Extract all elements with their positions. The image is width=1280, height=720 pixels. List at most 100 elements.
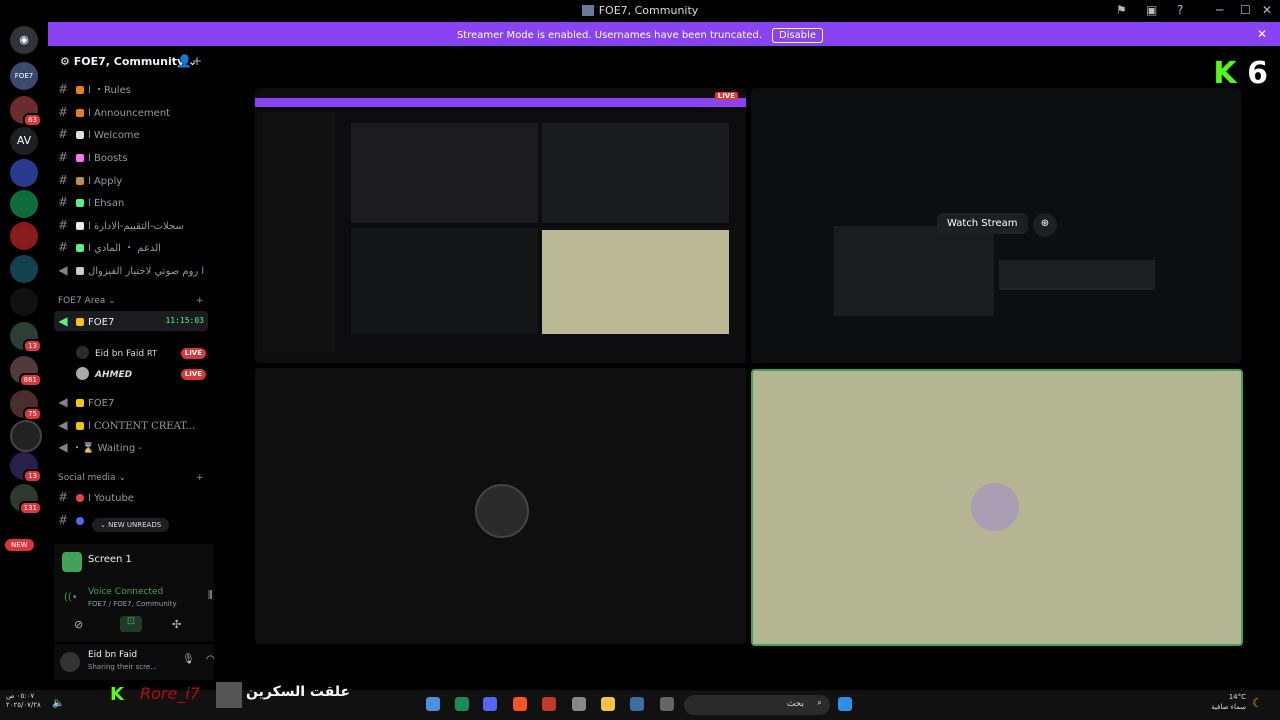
file-explorer-icon[interactable]: [601, 697, 615, 711]
add-member-icon[interactable]: 👤+: [177, 54, 202, 68]
voice-location[interactable]: FOE7 / FOE7, Community: [88, 600, 177, 608]
server-9[interactable]: 13: [10, 322, 42, 353]
share-screen-button[interactable]: ⊡: [120, 616, 142, 632]
crown-icon: [76, 422, 84, 430]
nested-banner: [255, 98, 746, 107]
hash-icon: #: [57, 105, 69, 119]
server-12[interactable]: [10, 420, 42, 452]
server-5[interactable]: [10, 190, 38, 218]
channel-ehsan[interactable]: # ا Ehsan: [54, 192, 208, 212]
banner-close-icon[interactable]: ✕: [1257, 27, 1267, 41]
voice-status[interactable]: Voice Connected: [88, 587, 163, 597]
new-pill[interactable]: NEW: [5, 539, 34, 551]
voice-user-eid[interactable]: Eid bn Faid RT LIVE: [76, 344, 216, 364]
camera-off-icon[interactable]: ⊘: [74, 618, 83, 631]
avatar[interactable]: [60, 652, 80, 672]
voice-channel-name: FOE7: [88, 317, 115, 328]
server-14[interactable]: 131: [10, 484, 42, 515]
stream-tile-active-speaker[interactable]: [751, 369, 1243, 646]
hash-icon: #: [57, 513, 69, 527]
channel-logs[interactable]: # سجلات-التقييم-الادارة ا: [54, 215, 208, 235]
channel-youtube[interactable]: # ا Youtube: [54, 487, 208, 507]
server-11[interactable]: 75: [10, 390, 42, 421]
disable-button[interactable]: Disable: [771, 28, 824, 43]
watch-stream-options-icon[interactable]: ⊕: [1033, 213, 1057, 237]
brave-taskbar-icon[interactable]: [513, 697, 527, 711]
weather[interactable]: 14°C سماء صافية: [1204, 692, 1246, 712]
server-av[interactable]: AV: [10, 127, 38, 155]
kick-logo-icon: K: [1213, 56, 1237, 91]
stream-stage: K 6 LIVE Watch Stream ⊕: [214, 46, 1280, 690]
server-foe7[interactable]: FOE7: [10, 62, 38, 90]
server-8[interactable]: [10, 288, 38, 316]
discord-taskbar-icon[interactable]: [483, 697, 497, 711]
add-channel-icon[interactable]: +: [196, 473, 204, 483]
voice-channel-content-creator[interactable]: ◀ ا CONTENT CREAT...: [54, 415, 208, 435]
voice-channel-foe7-row[interactable]: ◀ FOE7 11:15:03: [54, 311, 208, 331]
server-foe7-label: FOE7: [14, 72, 34, 80]
server-6[interactable]: [10, 222, 38, 250]
inbox-icon[interactable]: ⚑: [1116, 3, 1127, 17]
server-13[interactable]: 13: [10, 452, 42, 483]
emoji-icon: [76, 517, 84, 525]
emoji-icon: [76, 244, 84, 252]
hash-icon: #: [57, 173, 69, 187]
stream-tile-dim[interactable]: Watch Stream ⊕: [751, 88, 1241, 363]
channel-voice-visual[interactable]: ◀ ا روم صوتي لاختيار الفيزوال: [54, 260, 208, 280]
guild-header[interactable]: ⚙ FOE7, Community ⌄ 👤+: [48, 46, 214, 78]
overlay-name: Rore_i7: [140, 684, 200, 703]
category-social-media[interactable]: Social media ⌄ +: [58, 473, 204, 483]
signal-icon: ((•: [64, 592, 78, 603]
dim-preview-cards: [999, 260, 1155, 290]
server-4[interactable]: [10, 159, 38, 187]
help-icon[interactable]: ?: [1177, 3, 1183, 17]
close-button[interactable]: ✕: [1262, 3, 1272, 17]
taskbar-app-icon[interactable]: [542, 697, 556, 711]
channel-welcome[interactable]: # ا Welcome: [54, 124, 208, 144]
watch-stream-button[interactable]: Watch Stream: [937, 213, 1028, 234]
voice-user-ahmed[interactable]: AHMED LIVE: [76, 365, 216, 385]
window-title: FOE7, Community: [0, 4, 1280, 17]
discord-home-icon[interactable]: ◉: [10, 26, 38, 54]
voice-channel-foe7-2[interactable]: ◀ FOE7: [54, 392, 208, 412]
speaker-icon: ◀: [58, 263, 68, 277]
channel-announcement[interactable]: # ا Announcement: [54, 102, 208, 122]
store-icon[interactable]: [630, 697, 644, 711]
activities-icon[interactable]: ✣: [172, 618, 181, 631]
live-badge: LIVE: [180, 369, 206, 380]
screen-icon[interactable]: ▣: [1146, 3, 1157, 17]
stream-tile-avatar[interactable]: [255, 368, 746, 644]
task-view-icon[interactable]: [660, 697, 674, 711]
stream-tile-screen[interactable]: LIVE: [255, 88, 746, 363]
channel-sidebar: ⚙ FOE7, Community ⌄ 👤+ # ا ・Rules # ا Anno…: [48, 46, 250, 690]
taskbar-app-icon[interactable]: [426, 697, 440, 711]
category-label: Social media: [58, 473, 116, 483]
taskbar-app-icon[interactable]: [455, 697, 469, 711]
server-10[interactable]: 861: [10, 356, 42, 387]
start-icon[interactable]: [838, 697, 852, 711]
category-foe7-area[interactable]: FOE7 Area ⌄ +: [58, 296, 204, 306]
server-7[interactable]: [10, 255, 38, 283]
channel-rules[interactable]: # ا ・Rules: [54, 79, 208, 99]
maximize-button[interactable]: ☐: [1240, 3, 1251, 17]
channel-support[interactable]: # الدعم ・ المادي ا: [54, 237, 208, 257]
user-name: Eid bn Faid: [88, 650, 138, 660]
taskbar-search[interactable]: بحث ⌕: [684, 695, 830, 715]
window-title-text: FOE7, Community: [598, 4, 699, 17]
channel-label: ا روم صوتي لاختيار الفيزوال: [88, 266, 205, 277]
voice-channel-waiting[interactable]: ◀ ・⌛ Waiting -: [54, 437, 208, 457]
minimize-button[interactable]: ─: [1216, 3, 1223, 17]
volume-icon[interactable]: 🔈: [52, 698, 64, 709]
channel-boosts[interactable]: # ا Boosts: [54, 147, 208, 167]
add-channel-icon[interactable]: +: [196, 296, 204, 306]
server-2[interactable]: 63: [10, 96, 42, 127]
taskbar-app-icon[interactable]: [572, 697, 586, 711]
noise-icon[interactable]: ⫼: [208, 590, 213, 601]
new-unreads-pill[interactable]: ⌄ NEW UNREADS: [92, 518, 170, 532]
mic-icon[interactable]: 🎙: [182, 654, 195, 665]
mention-badge: 13: [23, 469, 42, 483]
speaker-icon: ◀: [58, 440, 68, 454]
channel-apply[interactable]: # ا Apply: [54, 170, 208, 190]
channel-label: ا CONTENT CREAT...: [88, 421, 196, 432]
kick-overlay-icon: K: [110, 684, 124, 705]
